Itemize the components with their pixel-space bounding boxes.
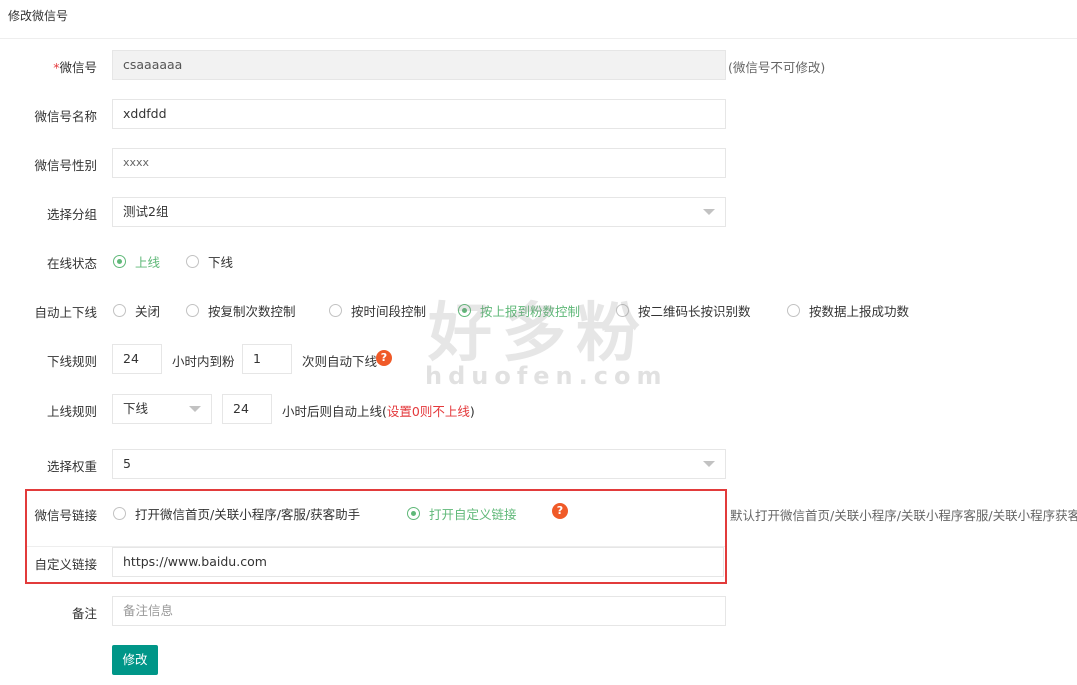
help-icon[interactable]: ? xyxy=(552,503,568,519)
remark-input[interactable]: 备注信息 xyxy=(112,596,726,626)
radio-auto-qr-scan-label: 按二维码长按识别数 xyxy=(638,304,751,319)
auto-switch-label: 自动上下线 xyxy=(34,305,97,320)
wechat-name-input[interactable]: xddfdd xyxy=(112,99,726,129)
radio-auto-data-report[interactable]: 按数据上报成功数 xyxy=(787,301,909,320)
radio-checked-icon xyxy=(407,507,420,520)
online-action-value: 下线 xyxy=(123,401,149,416)
online-action-select[interactable]: 下线 xyxy=(112,394,212,424)
title-divider xyxy=(0,38,1077,39)
radio-unchecked-icon xyxy=(186,304,199,317)
weight-select[interactable]: 5 xyxy=(112,449,726,479)
radio-link-default-label: 打开微信首页/关联小程序/客服/获客助手 xyxy=(135,507,361,522)
weight-label: 选择权重 xyxy=(46,459,97,474)
radio-unchecked-icon xyxy=(329,304,342,317)
radio-unchecked-icon xyxy=(787,304,800,317)
custom-link-label: 自定义链接 xyxy=(34,557,97,572)
wechat-id-label: *微信号 xyxy=(0,57,97,76)
online-rule-warning: 设置0则不上线 xyxy=(386,404,470,419)
online-rule-label: 上线规则 xyxy=(46,404,97,419)
radio-auto-time-range[interactable]: 按时间段控制 xyxy=(329,301,426,320)
chevron-down-icon xyxy=(189,406,201,412)
radio-unchecked-icon xyxy=(186,255,199,268)
radio-link-default[interactable]: 打开微信首页/关联小程序/客服/获客助手 xyxy=(113,504,360,523)
radio-link-custom[interactable]: 打开自定义链接 xyxy=(407,504,517,523)
group-select[interactable]: 测试2组 xyxy=(112,197,726,227)
wechat-id-label-text: 微信号 xyxy=(59,60,97,75)
offline-count-input[interactable]: 1 xyxy=(242,344,292,374)
watermark-logo: 好多粉 xyxy=(428,297,650,371)
wechat-id-note: (微信号不可修改) xyxy=(728,60,826,75)
radio-unchecked-icon xyxy=(113,304,126,317)
page-title: 修改微信号 xyxy=(8,9,69,23)
wechat-gender-input[interactable]: xxxx xyxy=(112,148,726,178)
chevron-down-icon xyxy=(703,209,715,215)
radio-auto-fan-report-label: 按上报到粉数控制 xyxy=(480,304,581,319)
group-select-value: 测试2组 xyxy=(123,204,169,219)
radio-online-label: 上线 xyxy=(135,255,161,270)
wechat-id-field: csaaaaaa xyxy=(112,50,726,80)
offline-rule-label: 下线规则 xyxy=(46,354,97,369)
offline-hours-input[interactable]: 24 xyxy=(112,344,162,374)
radio-online[interactable]: 上线 xyxy=(113,252,160,271)
wechat-gender-label: 微信号性别 xyxy=(34,158,97,173)
radio-auto-time-range-label: 按时间段控制 xyxy=(351,304,427,319)
wechat-name-label: 微信号名称 xyxy=(34,109,97,124)
radio-auto-qr-scan[interactable]: 按二维码长按识别数 xyxy=(616,301,751,320)
radio-auto-copy-count[interactable]: 按复制次数控制 xyxy=(186,301,296,320)
online-rule-text: 小时后则自动上线(设置0则不上线) xyxy=(282,401,475,420)
custom-link-input[interactable]: https://www.baidu.com xyxy=(112,547,724,577)
remark-label: 备注 xyxy=(71,606,97,621)
radio-link-custom-label: 打开自定义链接 xyxy=(429,507,517,522)
offline-rule-text-2: 次则自动下线 xyxy=(302,354,378,369)
radio-checked-icon xyxy=(458,304,471,317)
link-type-note: 默认打开微信首页/关联小程序/关联小程序客服/关联小程序获客助手 xyxy=(730,508,1077,523)
online-status-label: 在线状态 xyxy=(46,256,97,271)
radio-offline-label: 下线 xyxy=(208,255,234,270)
submit-button[interactable]: 修改 xyxy=(112,645,158,675)
radio-unchecked-icon xyxy=(113,507,126,520)
radio-auto-off-label: 关闭 xyxy=(135,304,161,319)
radio-auto-copy-count-label: 按复制次数控制 xyxy=(208,304,296,319)
online-rule-text-2: ) xyxy=(469,404,475,419)
online-hours-input[interactable]: 24 xyxy=(222,394,272,424)
weight-select-value: 5 xyxy=(123,456,131,471)
online-rule-text-1: 小时后则自动上线( xyxy=(282,404,387,419)
link-type-label: 微信号链接 xyxy=(34,508,97,523)
radio-auto-off[interactable]: 关闭 xyxy=(113,301,160,320)
radio-unchecked-icon xyxy=(616,304,629,317)
offline-rule-text-1: 小时内到粉 xyxy=(172,354,235,369)
radio-offline[interactable]: 下线 xyxy=(186,252,233,271)
watermark-url: hduofen.com xyxy=(425,362,668,390)
group-label: 选择分组 xyxy=(46,207,97,222)
radio-auto-data-report-label: 按数据上报成功数 xyxy=(809,304,910,319)
radio-auto-fan-report[interactable]: 按上报到粉数控制 xyxy=(458,301,580,320)
chevron-down-icon xyxy=(703,461,715,467)
help-icon[interactable]: ? xyxy=(376,350,392,366)
radio-checked-icon xyxy=(113,255,126,268)
